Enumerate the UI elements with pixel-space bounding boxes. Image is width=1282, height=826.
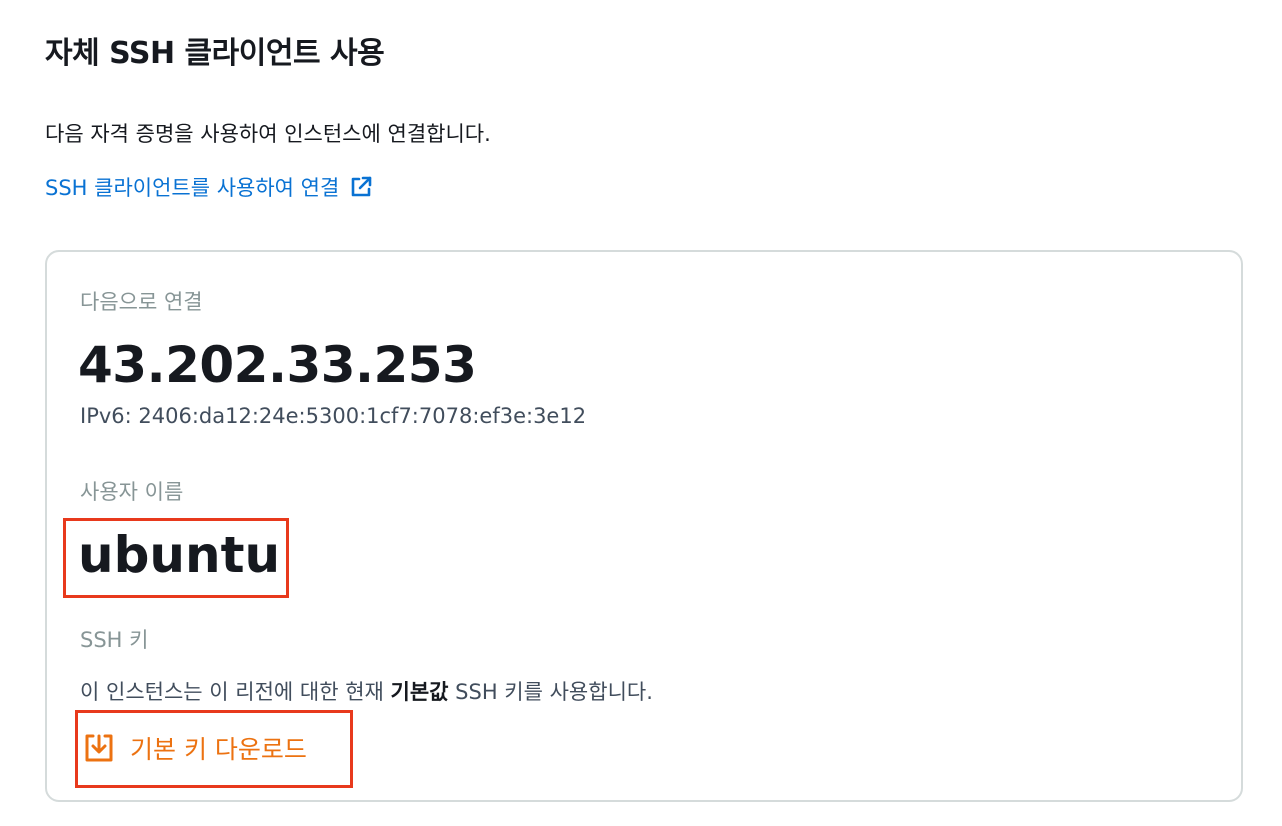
ssh-client-connect-link-label: SSH 클라이언트를 사용하여 연결	[45, 176, 340, 200]
external-link-icon	[349, 175, 373, 199]
ssh-key-description: 이 인스턴스는 이 리전에 대한 현재 기본값 SSH 키를 사용합니다.	[80, 676, 653, 706]
download-default-key-label: 기본 키 다운로드	[130, 735, 307, 764]
username-label: 사용자 이름	[80, 480, 184, 504]
section-title: 자체 SSH 클라이언트 사용	[45, 36, 385, 71]
download-icon	[82, 731, 116, 765]
ssh-key-description-strong: 기본값	[390, 680, 449, 704]
ipv6-address: IPv6: 2406:da12:24e:5300:1cf7:7078:ef3e:…	[80, 404, 587, 428]
section-description: 다음 자격 증명을 사용하여 인스턴스에 연결합니다.	[45, 122, 491, 146]
ssh-client-connect-link[interactable]: SSH 클라이언트를 사용하여 연결	[45, 172, 373, 202]
username-value: ubuntu	[78, 526, 281, 584]
ssh-key-label: SSH 키	[80, 628, 149, 652]
ssh-key-description-prefix: 이 인스턴스는 이 리전에 대한 현재	[80, 680, 391, 704]
ssh-key-description-suffix: SSH 키를 사용합니다.	[448, 680, 653, 704]
connect-to-label: 다음으로 연결	[80, 290, 203, 314]
download-default-key-button[interactable]: 기본 키 다운로드	[82, 730, 307, 766]
public-ipv4-address: 43.202.33.253	[78, 336, 477, 394]
